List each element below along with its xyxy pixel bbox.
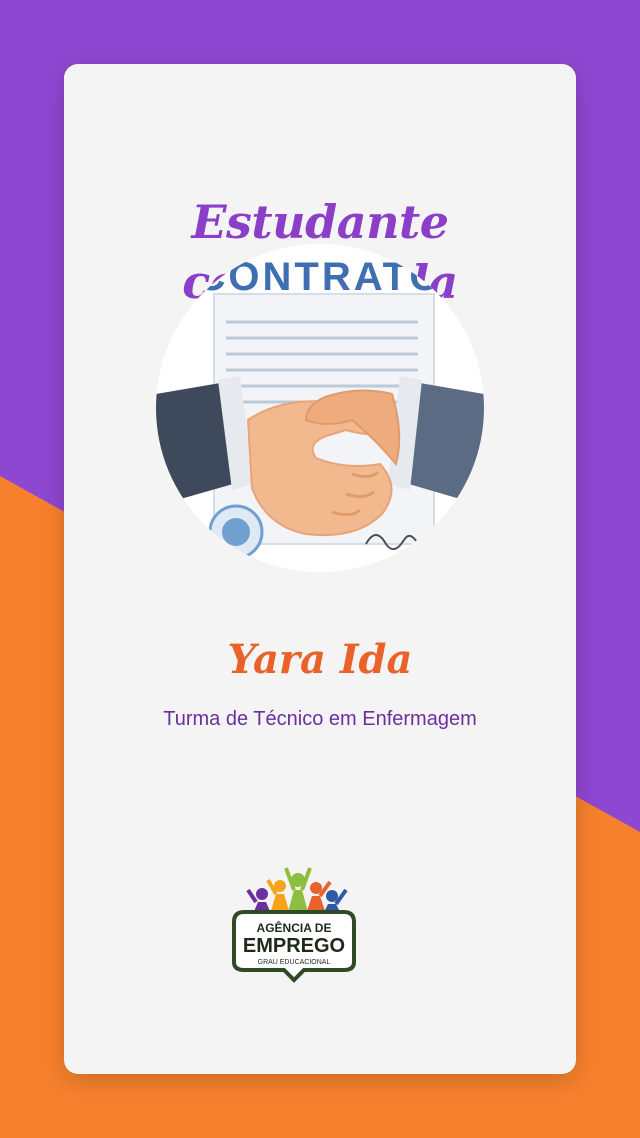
logo-line-2: EMPREGO: [243, 935, 345, 957]
logo-line-1: AGÊNCIA DE: [257, 920, 332, 935]
announcement-card: Estudante contratada CONTRATO: [64, 64, 576, 1074]
logo-line-3: GRAU EDUCACIONAL: [258, 959, 331, 966]
contract-handshake-photo: CONTRATO: [156, 244, 484, 572]
agencia-emprego-logo: AGÊNCIA DE EMPREGO GRAU EDUCACIONAL: [224, 864, 364, 984]
student-name: Yara Ida: [227, 636, 413, 683]
student-course: Turma de Técnico em Enfermagem: [163, 708, 477, 730]
